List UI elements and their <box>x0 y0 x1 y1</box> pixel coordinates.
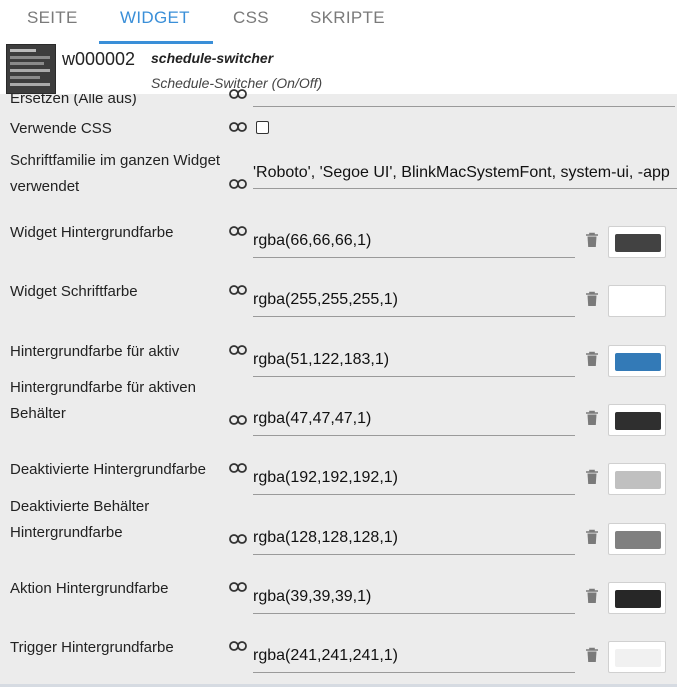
widget-name: schedule-switcher <box>151 50 274 66</box>
use-css-checkbox[interactable] <box>256 121 269 134</box>
link-icon[interactable] <box>229 284 247 296</box>
font-family-input[interactable]: 'Roboto', 'Segoe UI', BlinkMacSystemFont… <box>253 164 677 182</box>
color-swatch <box>615 649 661 667</box>
tab-skripte[interactable]: SKRIPTE <box>298 0 397 44</box>
use-css-label: Verwende CSS <box>10 120 112 137</box>
trash-icon[interactable] <box>585 469 599 485</box>
tab-bar: SEITE WIDGET CSS SKRIPTE <box>0 0 677 44</box>
color-swatch <box>615 590 661 608</box>
color-row-label: Widget Hintergrundfarbe <box>10 224 174 241</box>
color-swatch <box>615 471 661 489</box>
color-row-label: Trigger Hintergrundfarbe <box>10 639 174 656</box>
color-value-underline <box>253 257 575 258</box>
color-value-underline <box>253 613 575 614</box>
color-value-input[interactable]: rgba(255,255,255,1) <box>253 291 398 309</box>
color-swatch-button[interactable] <box>608 285 666 317</box>
color-row-label: Hintergrundfarbe für aktiv <box>10 343 180 360</box>
color-value-input[interactable]: rgba(47,47,47,1) <box>253 410 371 428</box>
color-swatch-button[interactable] <box>608 463 666 495</box>
color-swatch <box>615 293 661 311</box>
link-icon[interactable] <box>229 88 247 100</box>
color-swatch <box>615 234 661 252</box>
color-value-input[interactable]: rgba(51,122,183,1) <box>253 351 389 369</box>
color-value-underline <box>253 494 575 495</box>
trash-icon[interactable] <box>585 351 599 367</box>
trash-icon[interactable] <box>585 529 599 545</box>
link-icon[interactable] <box>229 414 247 426</box>
color-row-label: Hintergrundfarbe für aktiven <box>10 379 196 396</box>
link-icon[interactable] <box>229 225 247 237</box>
color-swatch-button[interactable] <box>608 582 666 614</box>
color-value-underline <box>253 554 575 555</box>
link-icon[interactable] <box>229 462 247 474</box>
color-swatch-button[interactable] <box>608 523 666 555</box>
color-value-input[interactable]: rgba(128,128,128,1) <box>253 529 398 547</box>
color-swatch <box>615 531 661 549</box>
trash-icon[interactable] <box>585 410 599 426</box>
color-row-label: Aktion Hintergrundfarbe <box>10 580 169 597</box>
color-row-label-line2: Behälter <box>10 405 66 422</box>
link-icon[interactable] <box>229 344 247 356</box>
link-icon[interactable] <box>229 533 247 545</box>
link-icon[interactable] <box>229 640 247 652</box>
font-family-label-line2: verwendet <box>10 178 80 195</box>
link-icon[interactable] <box>229 581 247 593</box>
color-value-input[interactable]: rgba(66,66,66,1) <box>253 232 371 250</box>
color-value-input[interactable]: rgba(241,241,241,1) <box>253 647 398 665</box>
replace-field-underline <box>253 106 675 107</box>
color-swatch-button[interactable] <box>608 404 666 436</box>
trash-icon[interactable] <box>585 588 599 604</box>
link-icon[interactable] <box>229 178 247 190</box>
color-swatch <box>615 353 661 371</box>
tab-seite[interactable]: SEITE <box>15 0 90 44</box>
widget-thumbnail <box>6 44 56 94</box>
tab-widget[interactable]: WIDGET <box>108 0 202 44</box>
color-row-label: Widget Schriftfarbe <box>10 283 138 300</box>
trash-icon[interactable] <box>585 232 599 248</box>
color-row-label: Deaktivierte Hintergrundfarbe <box>10 461 206 478</box>
color-value-underline <box>253 672 575 673</box>
link-icon[interactable] <box>229 121 247 133</box>
widget-id: w000002 <box>62 49 136 69</box>
tab-css[interactable]: CSS <box>221 0 281 44</box>
font-family-underline <box>253 188 677 189</box>
color-value-underline <box>253 435 575 436</box>
trash-icon[interactable] <box>585 291 599 307</box>
font-family-label-line1: Schriftfamilie im ganzen Widget <box>10 152 221 169</box>
color-value-input[interactable]: rgba(39,39,39,1) <box>253 588 371 606</box>
color-value-input[interactable]: rgba(192,192,192,1) <box>253 469 398 487</box>
color-row-label: Deaktivierte Behälter <box>10 498 150 515</box>
color-swatch-button[interactable] <box>608 641 666 673</box>
color-swatch-button[interactable] <box>608 226 666 258</box>
color-swatch <box>615 412 661 430</box>
color-row-label-line2: Hintergrundfarbe <box>10 524 123 541</box>
color-value-underline <box>253 316 575 317</box>
color-swatch-button[interactable] <box>608 345 666 377</box>
color-value-underline <box>253 376 575 377</box>
trash-icon[interactable] <box>585 647 599 663</box>
